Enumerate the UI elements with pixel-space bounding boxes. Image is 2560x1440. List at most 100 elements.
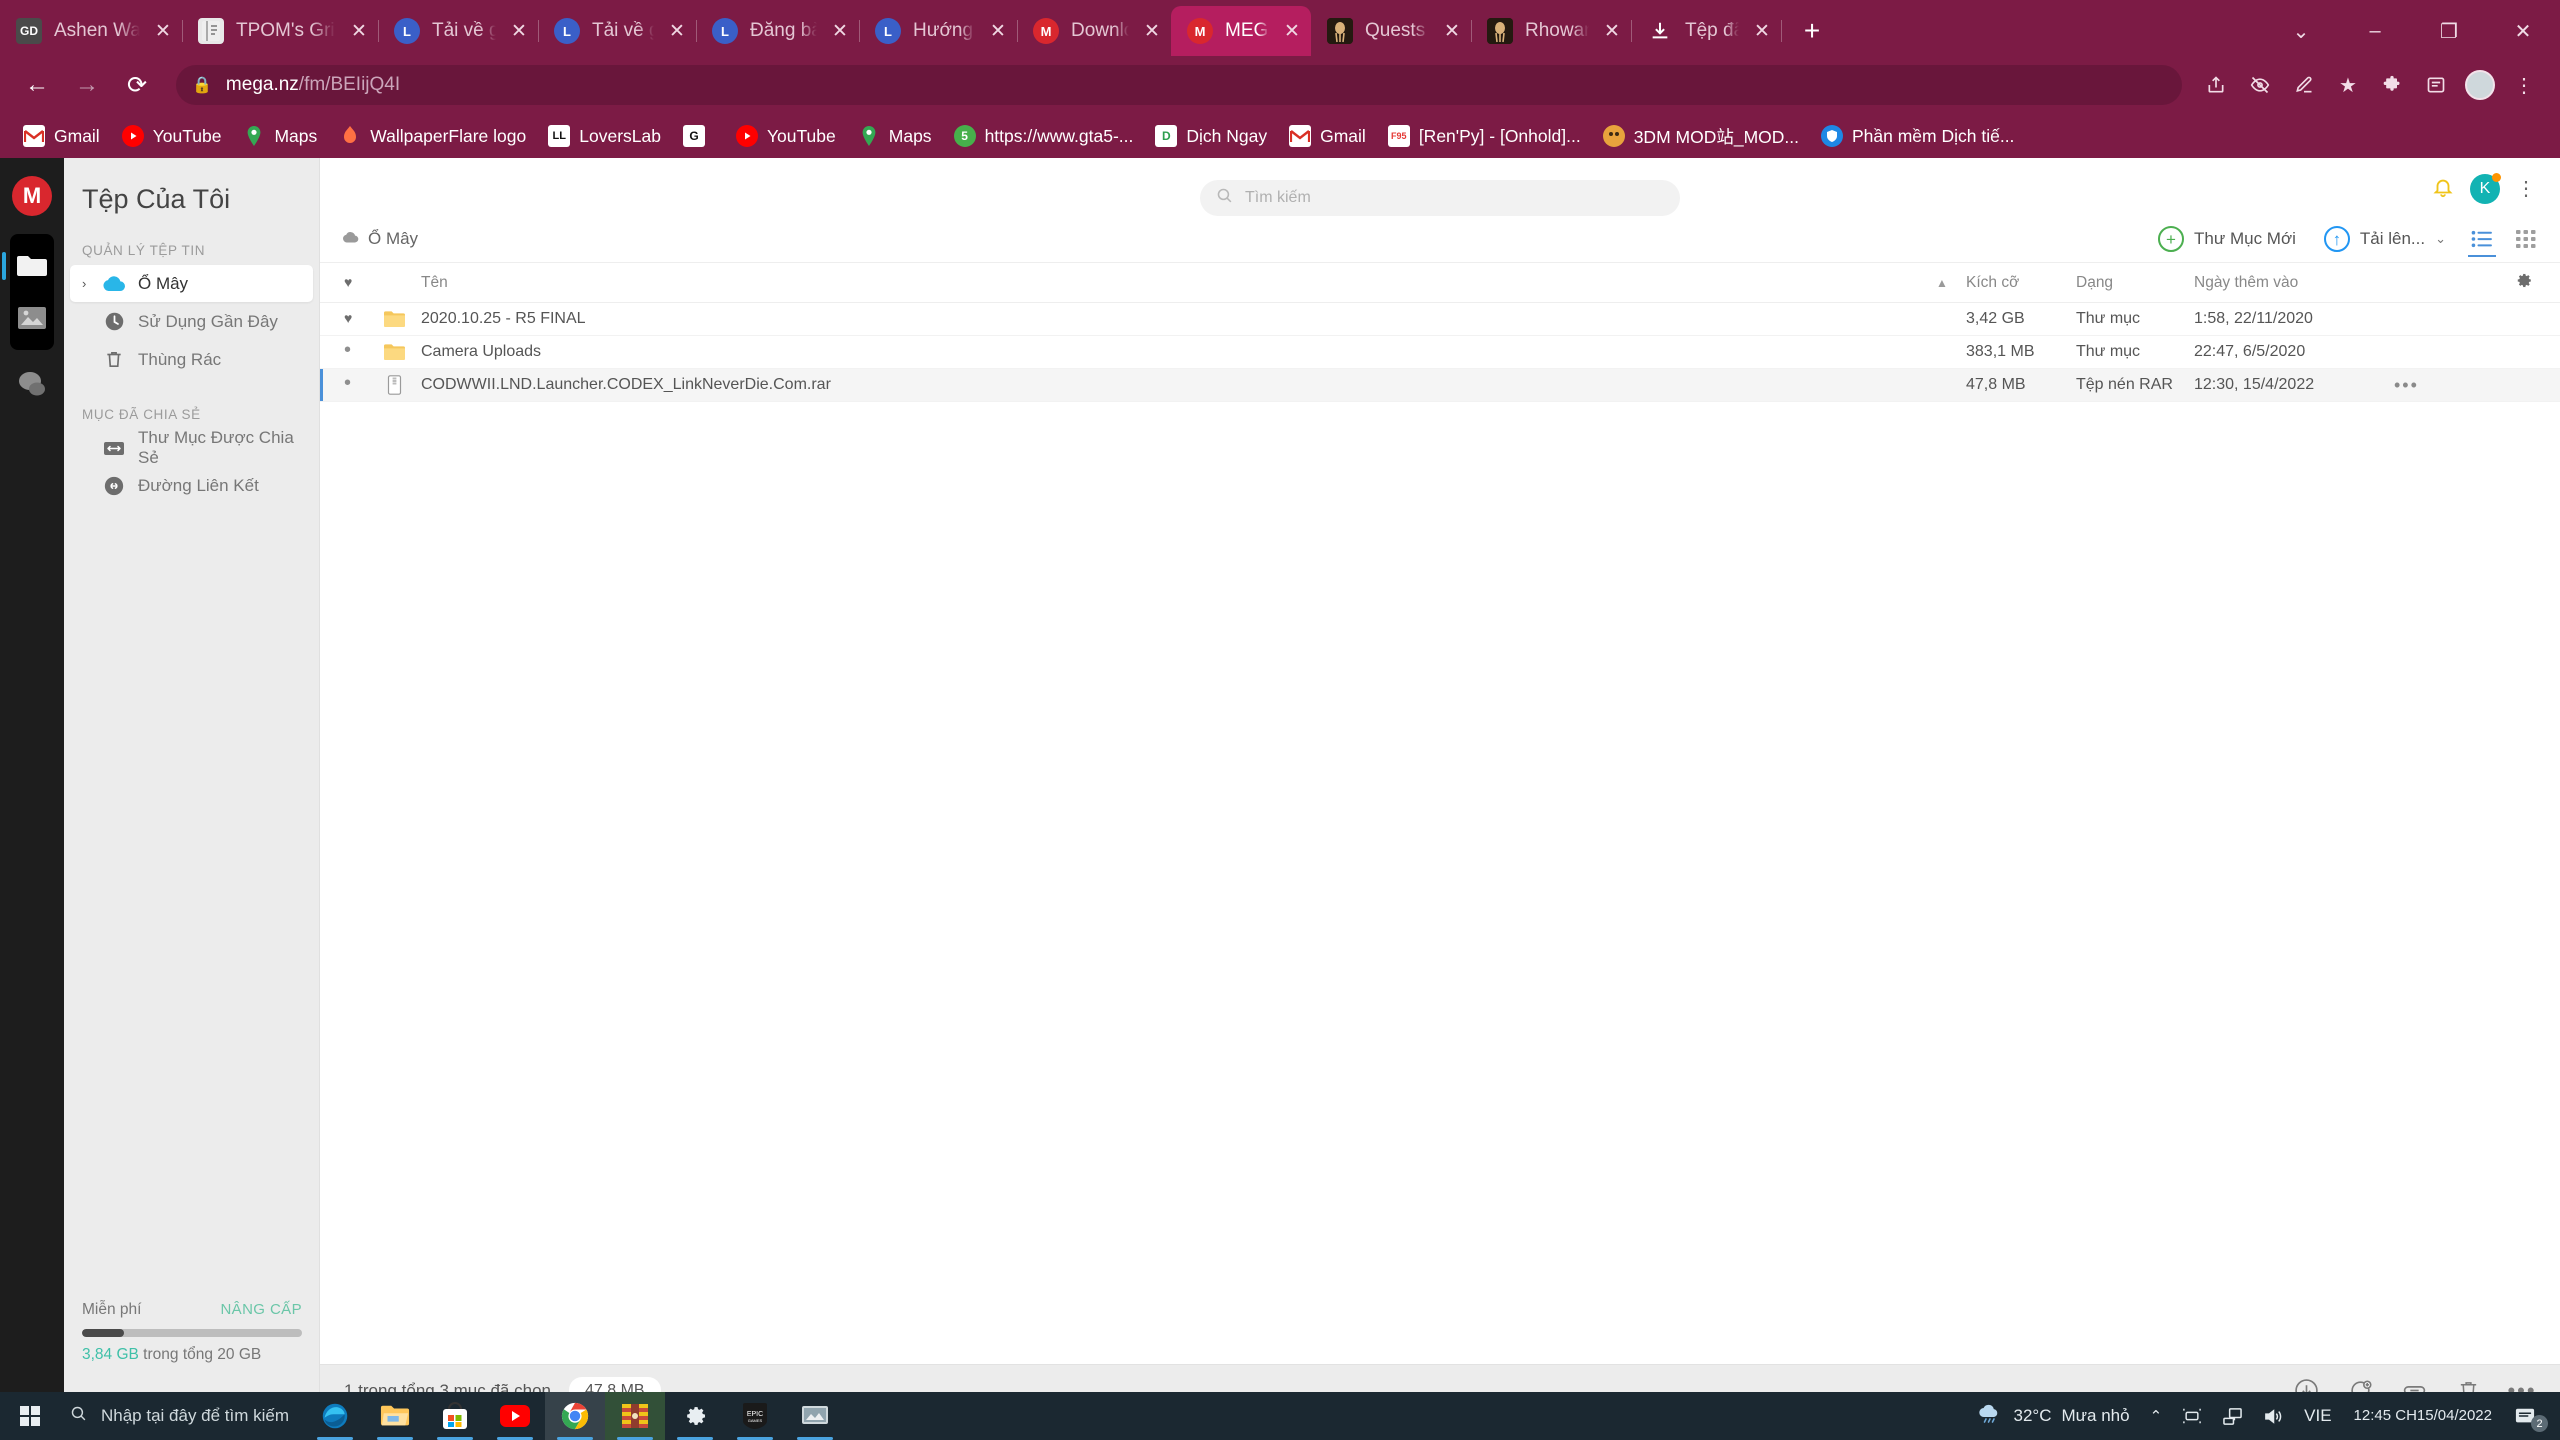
kebab-menu-icon[interactable]: ⋮ [2516, 179, 2536, 199]
browser-tab[interactable]: L Tải về game Call of Duty: W ✕ [538, 6, 697, 56]
taskbar-app-youtube[interactable] [485, 1392, 545, 1440]
bookmark-item[interactable]: YouTube [113, 119, 231, 153]
bookmark-item[interactable]: LL LoversLab [539, 119, 670, 153]
row-more-button[interactable]: ••• [2394, 368, 2514, 402]
browser-tab[interactable]: GD Ashen Waste - The Blood C ✕ [0, 6, 183, 56]
row-more-button[interactable] [2394, 335, 2514, 369]
taskbar-app-winrar[interactable] [605, 1392, 666, 1440]
column-settings-button[interactable] [2514, 262, 2560, 303]
bookmark-item[interactable]: Gmail [14, 119, 109, 153]
row-more-button[interactable] [2394, 302, 2514, 336]
browser-tab[interactable]: L Đăng bài mới | LinkNeverD ✕ [696, 6, 860, 56]
clock[interactable]: 12:45 CH 15/04/2022 [2342, 1392, 2504, 1440]
table-row[interactable]: • Camera Uploads 383,1 MB Thư mục 22:47, 6/5… [320, 335, 2560, 369]
taskbar-search-box[interactable]: Nhập tại đây để tìm kiếm [60, 1392, 305, 1440]
tab-close-icon[interactable]: ✕ [983, 16, 1013, 46]
taskbar-app-settings[interactable] [665, 1392, 725, 1440]
bookmark-item[interactable]: YouTube [727, 119, 845, 153]
tab-close-icon[interactable]: ✕ [148, 16, 178, 46]
tray-expand-chevron-icon[interactable]: ⌃ [2140, 1392, 2173, 1440]
taskbar-app-file-explorer[interactable] [365, 1392, 425, 1440]
sidebar-item-shared-folders[interactable]: Thư Mục Được Chia Sẻ [70, 428, 313, 467]
share-icon[interactable] [2194, 63, 2238, 107]
browser-tab[interactable]: M Download - MEGA ✕ [1017, 6, 1171, 56]
taskbar-app-epic-games[interactable]: EPIC GAMES [725, 1392, 785, 1440]
bookmark-item[interactable]: 5 https://www.gta5-... [945, 119, 1143, 153]
sidebar-item-cloud-drive[interactable]: › Ổ Mây [70, 265, 313, 302]
column-header-favourite[interactable]: ♥ [320, 262, 374, 303]
tab-close-icon[interactable]: ✕ [662, 16, 692, 46]
tab-close-icon[interactable]: ✕ [504, 16, 534, 46]
sidebar-item-rubbish-bin[interactable]: Thùng Rác [70, 341, 313, 378]
bookmark-item[interactable]: 3DM MOD站_MOD... [1594, 119, 1808, 153]
tab-close-icon[interactable]: ✕ [825, 16, 855, 46]
bookmark-star-icon[interactable]: ★ [2326, 63, 2370, 107]
bell-icon[interactable] [2432, 175, 2454, 204]
taskbar-app-edge[interactable] [305, 1392, 365, 1440]
sidebar-item-recents[interactable]: Sử Dụng Gần Đây [70, 303, 313, 340]
rail-item-cloud-drive[interactable] [2, 240, 54, 292]
extension-puzzle-icon[interactable] [2370, 63, 2414, 107]
weather-widget[interactable]: 32°C Mưa nhỏ [1967, 1392, 2139, 1440]
tab-close-icon[interactable]: ✕ [1747, 16, 1777, 46]
address-bar[interactable]: 🔒 mega.nz/fm/BEIijQ4I [176, 65, 2182, 105]
row-name-cell[interactable]: Camera Uploads [374, 335, 1966, 369]
taskbar-app-microsoft-store[interactable] [425, 1392, 485, 1440]
column-header-name[interactable]: Tên [374, 262, 1936, 303]
reload-button[interactable]: ⟳ [114, 62, 160, 108]
bookmark-item[interactable]: Gmail [1280, 119, 1375, 153]
eye-off-icon[interactable] [2238, 63, 2282, 107]
bookmark-item[interactable]: D Dịch Ngay [1146, 119, 1276, 153]
new-folder-button[interactable]: + Thư Mục Mới [2146, 220, 2308, 258]
network-icon[interactable] [2212, 1392, 2253, 1440]
tab-close-icon[interactable]: ✕ [1597, 16, 1627, 46]
notifications-icon[interactable]: 2 [2504, 1392, 2550, 1440]
bookmark-item[interactable]: Maps [234, 119, 326, 153]
volume-icon[interactable] [2253, 1392, 2294, 1440]
avatar[interactable]: K [2470, 173, 2501, 204]
tab-close-icon[interactable]: ✕ [1277, 16, 1307, 46]
browser-tab[interactable]: Quests - Official Grim Daw ✕ [1311, 6, 1472, 56]
upgrade-link[interactable]: NÂNG CẤP [220, 1301, 302, 1318]
edit-icon[interactable] [2282, 63, 2326, 107]
chrome-menu-icon[interactable]: ⋮ [2502, 63, 2546, 107]
row-favourite-toggle[interactable]: ♥ [320, 302, 374, 336]
forward-button[interactable]: → [64, 62, 110, 108]
column-header-size[interactable]: Kích cỡ [1966, 262, 2076, 303]
back-button[interactable]: ← [14, 62, 60, 108]
bookmark-item[interactable]: Phần mềm Dịch tiế... [1812, 119, 2023, 153]
row-favourite-toggle[interactable]: • [320, 368, 374, 402]
row-favourite-toggle[interactable]: • [320, 335, 374, 369]
reading-list-icon[interactable] [2414, 63, 2458, 107]
rail-item-photos[interactable] [10, 292, 54, 344]
table-row[interactable]: ♥ 2020.10.25 - R5 FINAL 3,42 GB Thư mục 1:58… [320, 302, 2560, 336]
list-view-icon[interactable] [2462, 219, 2502, 259]
tab-close-icon[interactable]: ✕ [1437, 16, 1467, 46]
browser-tab[interactable]: L Hướng dẫn Call of Duty: W ✕ [859, 6, 1018, 56]
bookmark-item[interactable]: WallpaperFlare logo [330, 119, 535, 153]
window-close-button[interactable]: ✕ [2486, 6, 2560, 56]
mega-logo-icon[interactable]: M [12, 176, 52, 216]
chevron-right-icon[interactable]: › [82, 276, 100, 291]
column-header-date[interactable]: Ngày thêm vào [2194, 262, 2394, 303]
profile-avatar[interactable] [2458, 63, 2502, 107]
minimize-button[interactable]: – [2338, 6, 2412, 56]
column-header-type[interactable]: Dạng [2076, 262, 2194, 303]
new-tab-button[interactable]: + [1789, 8, 1835, 54]
tab-search-chevron-icon[interactable]: ⌄ [2264, 6, 2338, 56]
row-name-cell[interactable]: 2020.10.25 - R5 FINAL [374, 302, 1966, 336]
grid-view-icon[interactable] [2506, 219, 2546, 259]
language-indicator[interactable]: VIE [2294, 1392, 2341, 1440]
windows-start-icon[interactable] [0, 1392, 60, 1440]
browser-tab[interactable]: TPOM's Grimarillion Build C ✕ [182, 6, 379, 56]
maximize-button[interactable]: ❐ [2412, 6, 2486, 56]
chevron-down-icon[interactable]: ⌄ [2435, 231, 2446, 247]
taskbar-app-chrome[interactable] [545, 1392, 606, 1440]
bookmark-item[interactable]: Maps [849, 119, 941, 153]
bookmark-item[interactable]: F95 [Ren'Py] - [Onhold]... [1379, 119, 1590, 153]
browser-tab[interactable]: Tệp đã tải xuống ✕ [1631, 6, 1782, 56]
table-row[interactable]: • CODWWII.LND.Launcher.CODEX_LinkNeverDie… [320, 368, 2560, 402]
row-name-cell[interactable]: CODWWII.LND.Launcher.CODEX_LinkNeverDie.… [374, 368, 1966, 402]
browser-tab[interactable]: M MEGA ✕ [1171, 6, 1311, 56]
upload-button[interactable]: ↑ Tải lên... ⌄ [2312, 220, 2458, 258]
